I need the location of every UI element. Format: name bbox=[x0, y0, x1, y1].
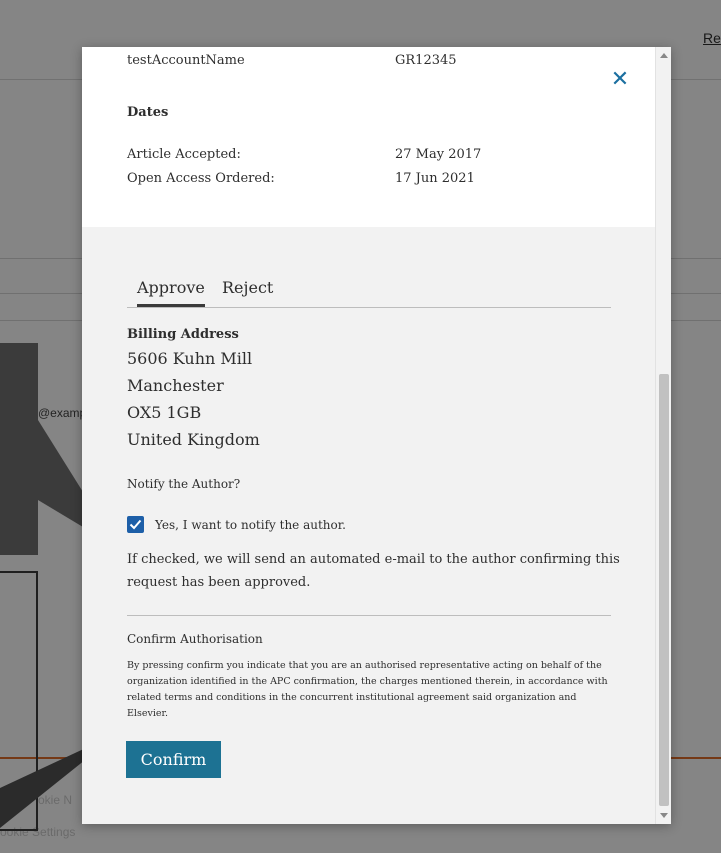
article-accepted-value: 27 May 2017 bbox=[395, 147, 482, 162]
modal-details-section bbox=[82, 47, 655, 227]
approval-modal: testAccountName GR12345 ✕ Dates Article … bbox=[82, 47, 671, 824]
account-value: GR12345 bbox=[395, 53, 457, 68]
notify-help-text: request has been approved. bbox=[127, 575, 311, 590]
modal-scrollbar[interactable] bbox=[655, 47, 671, 824]
account-label: testAccountName bbox=[127, 53, 245, 68]
article-accepted-label: Article Accepted: bbox=[127, 147, 241, 162]
notify-checkbox-label[interactable]: Yes, I want to notify the author. bbox=[155, 518, 346, 532]
close-icon: ✕ bbox=[610, 66, 630, 91]
tutorial-callout bbox=[0, 343, 38, 555]
checkmark-icon bbox=[129, 519, 142, 530]
open-access-label: Open Access Ordered: bbox=[127, 171, 275, 186]
approval-tabs: Approve Reject bbox=[127, 276, 611, 308]
open-access-value: 17 Jun 2021 bbox=[395, 171, 475, 186]
scroll-down-icon[interactable] bbox=[660, 813, 668, 818]
billing-heading: Billing Address bbox=[127, 327, 239, 342]
scrollbar-thumb[interactable] bbox=[659, 374, 669, 806]
tutorial-callout-outline bbox=[0, 571, 38, 831]
scroll-up-icon[interactable] bbox=[660, 53, 668, 58]
tab-reject[interactable]: Reject bbox=[222, 278, 273, 297]
confirm-heading: Confirm Authorisation bbox=[127, 632, 263, 646]
confirm-button[interactable]: Confirm bbox=[126, 741, 221, 778]
address-line: OX5 1GB bbox=[127, 403, 202, 422]
address-line: 5606 Kuhn Mill bbox=[127, 349, 253, 368]
notify-help-text: If checked, we will send an automated e-… bbox=[127, 552, 620, 567]
notify-author-checkbox[interactable] bbox=[127, 516, 144, 533]
address-line: Manchester bbox=[127, 376, 224, 395]
section-divider bbox=[127, 615, 611, 616]
confirm-authorisation-text: By pressing confirm you indicate that yo… bbox=[127, 660, 608, 719]
close-button[interactable]: ✕ bbox=[608, 67, 632, 91]
address-line: United Kingdom bbox=[127, 430, 260, 449]
tab-approve[interactable]: Approve bbox=[137, 278, 205, 307]
dates-heading: Dates bbox=[127, 105, 169, 120]
notify-heading: Notify the Author? bbox=[127, 477, 241, 491]
